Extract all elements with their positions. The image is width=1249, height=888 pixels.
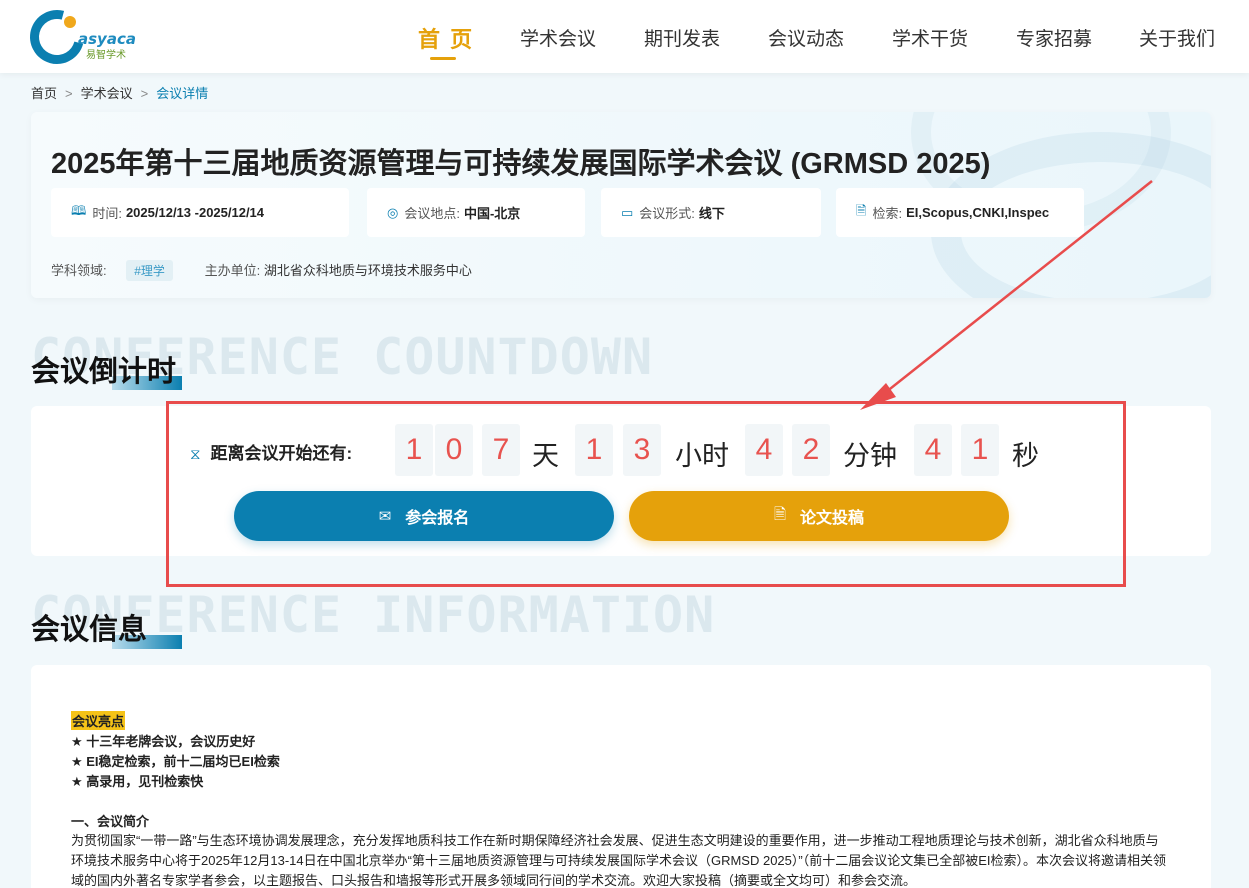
nav-experts[interactable]: 专家招募 <box>1016 24 1092 51</box>
logo-subtext: 易智学术 <box>86 50 126 61</box>
nav-active-indicator <box>430 57 456 60</box>
info-index: 🗎︎ 检索: EI,Scopus,CNKI,Inspec <box>836 188 1084 237</box>
document-search-icon: 🗎︎ <box>856 202 867 218</box>
highlights-title: 会议亮点 <box>71 711 126 730</box>
nav-conferences[interactable]: 学术会议 <box>520 24 596 51</box>
book-icon: 🕮︎ <box>71 202 87 218</box>
location-pin-icon: ◎ <box>387 204 399 220</box>
format-value: 线下 <box>698 206 725 221</box>
location-value: 中国-北京 <box>463 206 521 221</box>
logo-dot-icon <box>64 16 76 28</box>
breadcrumb-home[interactable]: 首页 <box>31 86 57 101</box>
nav-news[interactable]: 会议动态 <box>768 24 844 51</box>
location-label: 会议地点: <box>404 206 460 221</box>
conference-title: 2025年第十三届地质资源管理与可持续发展国际学术会议 (GRMSD 2025) <box>51 148 991 180</box>
nav-home[interactable]: 首 页 <box>418 22 474 54</box>
annotation-highlight-box <box>166 401 1126 587</box>
subject-tag[interactable]: #理学 <box>126 260 173 281</box>
breadcrumb: 首页 > 学术会议 > 会议详情 <box>31 83 208 102</box>
highlight-item: ★ EI稳定检索，前十二届均已EI检索 <box>71 754 280 769</box>
nav-resources[interactable]: 学术干货 <box>892 24 968 51</box>
countdown-section-title: 会议倒计时 <box>31 356 177 388</box>
format-label: 会议形式: <box>639 206 695 221</box>
info-section-title: 会议信息 <box>31 614 148 646</box>
intro-text: 为贯彻国家“一带一路”与生态环境协调发展理念，充分发挥地质科技工作在新时期保障经… <box>71 833 1166 888</box>
intro-title: 一、会议简介 <box>71 814 150 829</box>
info-location: ◎ 会议地点: 中国-北京 <box>367 188 585 237</box>
subject-label: 学科领域: <box>51 263 107 278</box>
nav-journals[interactable]: 期刊发表 <box>644 24 720 51</box>
breadcrumb-separator: > <box>140 86 149 101</box>
breadcrumb-separator: > <box>65 86 73 101</box>
time-value: 2025/12/13 -2025/12/14 <box>125 205 265 220</box>
monitor-icon: ▭ <box>621 204 634 220</box>
index-label: 检索: <box>872 206 903 221</box>
highlight-item: ★ 高录用，见刊检索快 <box>71 774 204 789</box>
subject-organizer-row: 学科领域: #理学 主办单位: 湖北省众科地质与环境技术服务中心 <box>51 260 472 281</box>
site-logo[interactable]: asyaca 易智学术 <box>20 0 140 74</box>
organizer-label: 主办单位: <box>204 263 261 278</box>
info-format: ▭ 会议形式: 线下 <box>601 188 821 237</box>
nav-about[interactable]: 关于我们 <box>1139 24 1215 51</box>
site-header: asyaca 易智学术 首 页 学术会议 期刊发表 会议动态 学术干货 专家招募… <box>0 0 1249 74</box>
breadcrumb-conferences[interactable]: 学术会议 <box>81 86 133 101</box>
highlight-item: ★ 十三年老牌会议，会议历史好 <box>71 734 256 749</box>
conference-summary-card: 2025年第十三届地质资源管理与可持续发展国际学术会议 (GRMSD 2025)… <box>31 112 1211 298</box>
index-value: EI,Scopus,CNKI,Inspec <box>906 205 1050 220</box>
breadcrumb-current: 会议详情 <box>156 86 209 101</box>
info-time: 🕮︎ 时间: 2025/12/13 -2025/12/14 <box>51 188 349 237</box>
time-label: 时间: <box>92 206 122 221</box>
organizer-value: 湖北省众科地质与环境技术服务中心 <box>263 263 472 278</box>
